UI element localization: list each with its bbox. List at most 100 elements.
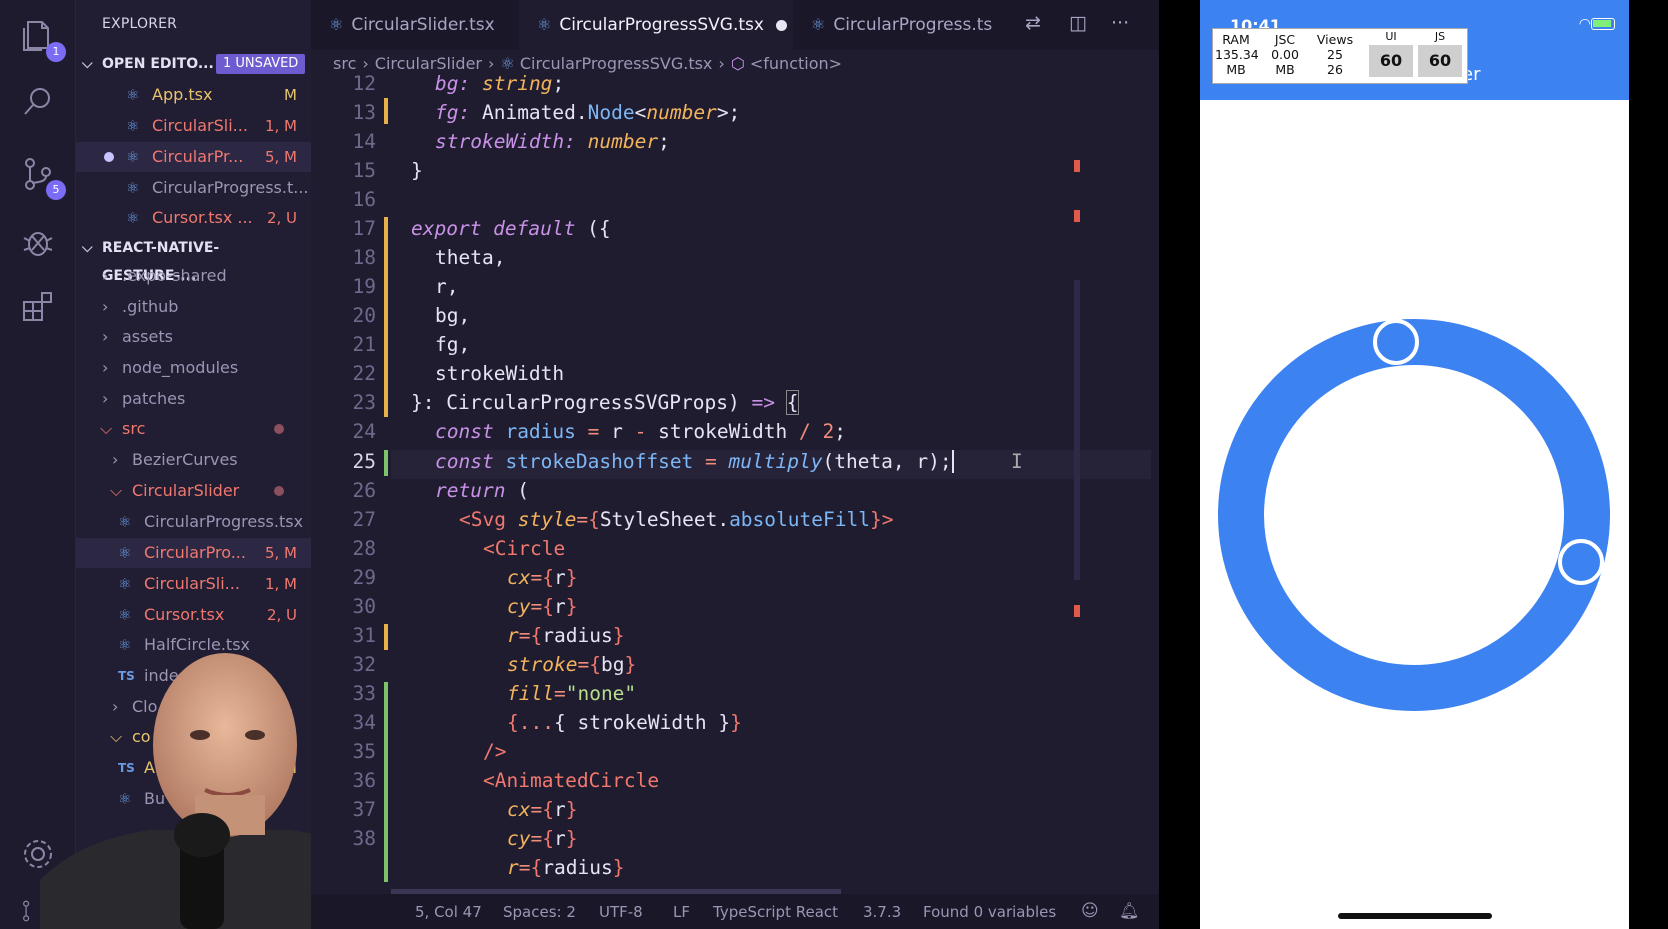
tree-folder[interactable]: › assets <box>76 322 311 352</box>
chevron-right-icon: › <box>112 450 119 469</box>
open-editor-item[interactable]: ⚛ CircularSli... 1, M <box>76 111 311 141</box>
tree-folder[interactable]: › .github <box>76 292 311 322</box>
tab-circular-slider[interactable]: ⚛ CircularSlider.tsx <box>311 0 519 50</box>
code-line: <AnimatedCircle <box>483 769 660 792</box>
extensions-icon[interactable] <box>20 288 60 328</box>
code-line: bg, <box>435 304 471 327</box>
line-number: 30 <box>352 595 376 618</box>
code-line: const radius = r - strokeWidth / 2; <box>435 420 847 443</box>
open-editor-item[interactable]: ⚛ CircularProgress.t... <box>76 173 311 203</box>
react-file-icon: ⚛ <box>118 513 132 531</box>
search-icon[interactable] <box>20 84 60 124</box>
compare-changes-icon[interactable]: ⇄ <box>1025 12 1041 34</box>
tree-file[interactable]: ⚛ CircularPro... 5, M <box>76 538 311 568</box>
more-actions-icon[interactable]: ··· <box>1111 12 1129 34</box>
react-file-icon: ⚛ <box>500 54 520 73</box>
gutter-modified-bar <box>384 624 388 650</box>
tree-folder[interactable]: › BezierCurves <box>76 445 311 475</box>
open-editor-item[interactable]: ⚛ CircularPr... 5, M <box>76 142 311 172</box>
editor-tabs: ⚛ CircularSlider.tsx ⚛ CircularProgressSVG… <box>311 0 1159 50</box>
line-number: 34 <box>352 711 376 734</box>
chevron-right-icon: › <box>718 54 725 73</box>
feedback-smiley-icon[interactable]: ☺ <box>1081 901 1099 921</box>
line-number: 37 <box>352 798 376 821</box>
status-dot <box>274 424 284 434</box>
breadcrumb-item[interactable]: CircularSlider <box>375 54 482 73</box>
overview-ruler[interactable] <box>1074 160 1082 760</box>
js-fps-value: 60 <box>1418 45 1462 77</box>
react-file-icon: ⚛ <box>126 179 140 197</box>
code-line: cx={r} <box>507 798 578 821</box>
project-section[interactable]: ⌵ REACT-NATIVE-GESTURE-... <box>76 234 311 284</box>
tree-folder[interactable]: › patches <box>76 384 311 414</box>
ts-version[interactable]: 3.7.3 <box>863 903 901 921</box>
tree-folder[interactable]: › .expo-shared <box>76 261 311 291</box>
react-file-icon: ⚛ <box>126 209 140 227</box>
notifications-bell-icon[interactable]: 🔔︎ <box>1119 901 1139 920</box>
line-number: 32 <box>352 653 376 676</box>
tree-file[interactable]: ⚛ Cursor.tsx 2, U <box>76 600 311 630</box>
line-number: 33 <box>352 682 376 705</box>
chevron-right-icon: › <box>102 327 109 346</box>
react-file-icon: ⚛ <box>126 148 140 166</box>
code-line: <Circle <box>483 537 566 560</box>
chevron-right-icon: › <box>102 297 109 316</box>
indentation-status[interactable]: Spaces: 2 <box>503 903 576 921</box>
language-mode[interactable]: TypeScript React <box>713 903 838 921</box>
line-number: 26 <box>352 479 376 502</box>
perf-monitor[interactable]: RAM 135.34 MB JSC 0.00 MB Views 25 26 UI 60 JS… <box>1212 28 1468 84</box>
encoding-status[interactable]: UTF-8 <box>599 903 643 921</box>
chevron-right-icon: › <box>488 54 495 73</box>
tree-folder[interactable]: ⌵ CircularSlider <box>76 476 311 506</box>
cursor-position[interactable]: 5, Col 47 <box>415 903 482 921</box>
breadcrumb-item[interactable]: src <box>333 54 356 73</box>
code-line: fg: Animated.Node<number>; <box>435 101 741 124</box>
line-number: 31 <box>352 624 376 647</box>
app-header: 10:41 ◠ er RAM 135.34 MB JSC 0.00 MB Views 25… <box>1200 0 1629 100</box>
source-control-badge: 5 <box>46 180 66 200</box>
line-number: 28 <box>352 537 376 560</box>
debug-icon[interactable] <box>20 224 60 264</box>
line-number: 22 <box>352 362 376 385</box>
open-editors-section[interactable]: ⌵ OPEN EDITO... 1 UNSAVED <box>76 50 311 78</box>
breadcrumb-item[interactable]: CircularProgressSVG.tsx <box>520 54 713 73</box>
line-number: 36 <box>352 769 376 792</box>
line-number: 15 <box>352 159 376 182</box>
tree-folder[interactable]: ⌵ src <box>76 414 311 444</box>
source-control-icon[interactable]: 5 <box>20 156 66 200</box>
explorer-title: EXPLORER <box>102 16 178 32</box>
unsaved-dot-icon <box>775 19 787 31</box>
code-line: {...{ strokeWidth }} <box>507 711 742 734</box>
breadcrumb-item[interactable]: <function> <box>750 54 842 73</box>
variables-status[interactable]: Found 0 variables <box>923 903 1056 921</box>
chevron-right-icon: › <box>362 54 369 73</box>
gutter-added-bar <box>384 682 388 882</box>
chevron-right-icon: › <box>102 389 109 408</box>
code-line: cy={r} <box>507 827 578 850</box>
split-editor-icon[interactable]: ◫ <box>1069 12 1087 34</box>
tree-folder[interactable]: › node_modules <box>76 353 311 383</box>
circular-slider <box>1218 319 1610 711</box>
cube-icon: ⬡ <box>730 54 750 73</box>
code-editor: ⚛ CircularSlider.tsx ⚛ CircularProgressSVG… <box>311 0 1159 929</box>
open-editor-item[interactable]: ⚛ App.tsx M <box>76 80 311 110</box>
react-file-icon: ⚛ <box>126 117 140 135</box>
explorer-icon[interactable]: 1 <box>20 18 66 62</box>
tree-file[interactable]: ⚛ CircularProgress.tsx <box>76 507 311 537</box>
slider-handle-end[interactable] <box>1558 539 1604 585</box>
text-cursor-icon: I <box>1011 450 1023 473</box>
eol-status[interactable]: LF <box>673 903 690 921</box>
tab-circular-progress-svg[interactable]: ⚛ CircularProgressSVG.tsx <box>519 0 793 50</box>
tree-file[interactable]: ⚛ CircularSli... 1, M <box>76 569 311 599</box>
code-line: strokeWidth <box>435 362 565 385</box>
code-line: <Svg style={StyleSheet.absoluteFill}> <box>459 508 894 531</box>
code-line: theta, <box>435 246 506 269</box>
open-editor-item[interactable]: ⚛ Cursor.tsx ... 2, U <box>76 203 311 233</box>
slider-handle-start[interactable] <box>1373 319 1419 365</box>
tab-circular-progress[interactable]: ⚛ CircularProgress.ts <box>793 0 1003 50</box>
line-number: 38 <box>352 827 376 850</box>
code-area[interactable]: 12 bg: string; 13 fg: Animated.Node<numb… <box>311 72 1159 892</box>
line-number: 18 <box>352 246 376 269</box>
chevron-down-icon: ⌵ <box>110 481 123 500</box>
phone-screen: 10:41 ◠ er RAM 135.34 MB JSC 0.00 MB Views 25… <box>1200 0 1629 929</box>
